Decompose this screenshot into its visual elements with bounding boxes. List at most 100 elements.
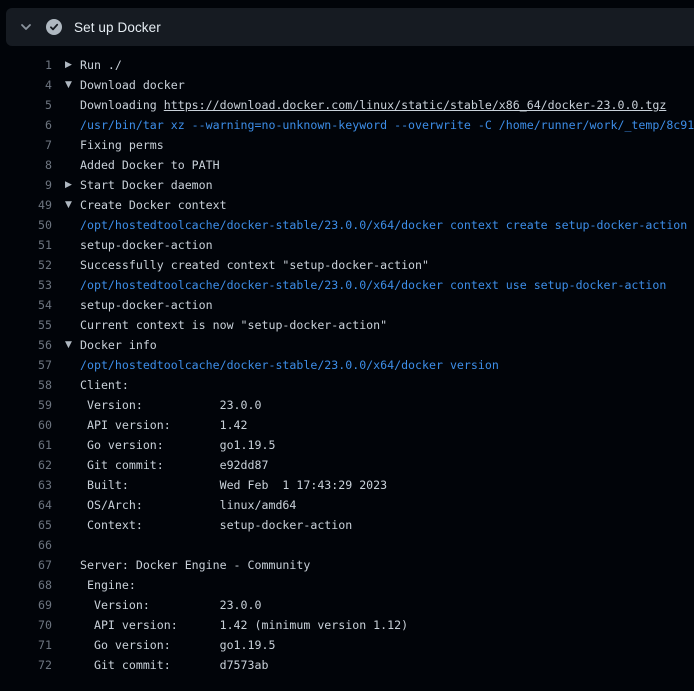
log-group-row[interactable]: 49 ▼ Create Docker context xyxy=(0,195,694,215)
log-text: Added Docker to PATH xyxy=(80,158,220,172)
log-group-row[interactable]: 9▶Start Docker daemon xyxy=(0,175,694,195)
line-number[interactable]: 53 xyxy=(0,275,52,295)
log-text-segment: Fixing perms xyxy=(80,138,164,152)
triangle-right-icon: ▶ xyxy=(65,55,72,75)
log-text-segment: setup-docker-action xyxy=(80,238,213,252)
log-text: /opt/hostedtoolcache/docker-stable/23.0.… xyxy=(80,278,666,292)
line-number[interactable]: 8 xyxy=(0,155,52,175)
log-text: Engine: xyxy=(80,578,136,592)
log-group-row[interactable]: 4▼Download docker xyxy=(0,75,694,95)
log-line: 68 Engine: xyxy=(0,575,694,595)
log-text: Git commit: e92dd87 xyxy=(80,458,268,472)
triangle-down-icon: ▼ xyxy=(65,195,72,215)
log-text-segment: Git commit: d7573ab xyxy=(80,658,268,672)
log-line: 63 Built: Wed Feb 1 17:43:29 2023 xyxy=(0,475,694,495)
log-text: Downloading https://download.docker.com/… xyxy=(80,98,666,112)
line-number[interactable]: 62 xyxy=(0,455,52,475)
line-number[interactable]: 57 xyxy=(0,355,52,375)
line-number[interactable]: 49 xyxy=(0,195,52,215)
log-text-segment: Create Docker context xyxy=(80,198,227,212)
log-text-segment: Client: xyxy=(80,378,129,392)
log-line: 52 Successfully created context "setup-do… xyxy=(0,255,694,275)
line-number[interactable]: 5 xyxy=(0,95,52,115)
line-number[interactable]: 63 xyxy=(0,475,52,495)
log-text: Go version: go1.19.5 xyxy=(80,438,275,452)
step-header[interactable]: Set up Docker xyxy=(6,8,694,46)
log-text-segment: OS/Arch: linux/amd64 xyxy=(80,498,296,512)
log-text-segment: /usr/bin/tar xz --warning=no-unknown-key… xyxy=(80,118,694,132)
log-line: 72 Git commit: d7573ab xyxy=(0,655,694,675)
log-text-segment: Downloading xyxy=(80,98,164,112)
line-number[interactable]: 51 xyxy=(0,235,52,255)
log-line: 66 xyxy=(0,535,694,555)
line-number[interactable]: 59 xyxy=(0,395,52,415)
log-text-segment: Version: 23.0.0 xyxy=(80,598,261,612)
check-circle-icon xyxy=(46,19,62,35)
log-text-segment: API version: 1.42 (minimum version 1.12) xyxy=(80,618,408,632)
log-text: /opt/hostedtoolcache/docker-stable/23.0.… xyxy=(80,358,499,372)
log-text: Docker info xyxy=(80,338,157,352)
log-text-segment: Server: Docker Engine - Community xyxy=(80,558,310,572)
chevron-down-icon[interactable] xyxy=(18,19,34,35)
line-number[interactable]: 58 xyxy=(0,375,52,395)
log-text: Version: 23.0.0 xyxy=(80,398,261,412)
log-line: 55 Current context is now "setup-docker-a… xyxy=(0,315,694,335)
log-text: Current context is now "setup-docker-act… xyxy=(80,318,387,332)
log-text: Download docker xyxy=(80,78,185,92)
line-number[interactable]: 64 xyxy=(0,495,52,515)
line-number[interactable]: 54 xyxy=(0,295,52,315)
log-line: 50/opt/hostedtoolcache/docker-stable/23.… xyxy=(0,215,694,235)
log-line: 8 Added Docker to PATH xyxy=(0,155,694,175)
log-text: setup-docker-action xyxy=(80,298,213,312)
line-number[interactable]: 56 xyxy=(0,335,52,355)
log-text-segment: Git commit: e92dd87 xyxy=(80,458,268,472)
line-number[interactable]: 65 xyxy=(0,515,52,535)
log-line: 71 Go version: go1.19.5 xyxy=(0,635,694,655)
line-number[interactable]: 4 xyxy=(0,75,52,95)
line-number[interactable]: 71 xyxy=(0,635,52,655)
line-number[interactable]: 1 xyxy=(0,55,52,75)
line-number[interactable]: 68 xyxy=(0,575,52,595)
log-text: Successfully created context "setup-dock… xyxy=(80,258,429,272)
log-text: Version: 23.0.0 xyxy=(80,598,261,612)
log-line: 59 Version: 23.0.0 xyxy=(0,395,694,415)
log-text-segment: Built: Wed Feb 1 17:43:29 2023 xyxy=(80,478,387,492)
line-number[interactable]: 52 xyxy=(0,255,52,275)
log-viewer: 1▶Run ./4▼Download docker5Downloading ht… xyxy=(0,46,694,675)
line-number[interactable]: 50 xyxy=(0,215,52,235)
line-number[interactable]: 61 xyxy=(0,435,52,455)
log-link[interactable]: https://download.docker.com/linux/static… xyxy=(164,98,667,112)
log-line: 57/opt/hostedtoolcache/docker-stable/23.… xyxy=(0,355,694,375)
log-line: 62 Git commit: e92dd87 xyxy=(0,455,694,475)
log-line: 69 Version: 23.0.0 xyxy=(0,595,694,615)
line-number[interactable]: 6 xyxy=(0,115,52,135)
line-number[interactable]: 69 xyxy=(0,595,52,615)
log-line: 67 Server: Docker Engine - Community xyxy=(0,555,694,575)
triangle-right-icon: ▶ xyxy=(65,175,72,195)
line-number[interactable]: 70 xyxy=(0,615,52,635)
log-line: 7 Fixing perms xyxy=(0,135,694,155)
line-number[interactable]: 60 xyxy=(0,415,52,435)
log-text: Create Docker context xyxy=(80,198,227,212)
log-group-row[interactable]: 56▼Docker info xyxy=(0,335,694,355)
log-text-segment: Current context is now "setup-docker-act… xyxy=(80,318,387,332)
line-number[interactable]: 7 xyxy=(0,135,52,155)
log-text-segment: API version: 1.42 xyxy=(80,418,248,432)
line-number[interactable]: 66 xyxy=(0,535,52,555)
line-number[interactable]: 55 xyxy=(0,315,52,335)
log-text: Built: Wed Feb 1 17:43:29 2023 xyxy=(80,478,387,492)
step-title: Set up Docker xyxy=(74,20,161,35)
log-group-row[interactable]: 1 ▶ Run ./ xyxy=(0,55,694,75)
log-text-segment: Run ./ xyxy=(80,58,122,72)
log-text: /opt/hostedtoolcache/docker-stable/23.0.… xyxy=(80,218,694,232)
log-text-segment: Version: 23.0.0 xyxy=(80,398,261,412)
line-number[interactable]: 72 xyxy=(0,655,52,675)
log-text: Run ./ xyxy=(80,58,122,72)
line-number[interactable]: 9 xyxy=(0,175,52,195)
log-text-segment: Successfully created context "setup-dock… xyxy=(80,258,429,272)
log-line: 51 setup-docker-action xyxy=(0,235,694,255)
log-text-segment: Docker info xyxy=(80,338,157,352)
log-text: Fixing perms xyxy=(80,138,164,152)
line-number[interactable]: 67 xyxy=(0,555,52,575)
log-text-segment: Added Docker to PATH xyxy=(80,158,220,172)
